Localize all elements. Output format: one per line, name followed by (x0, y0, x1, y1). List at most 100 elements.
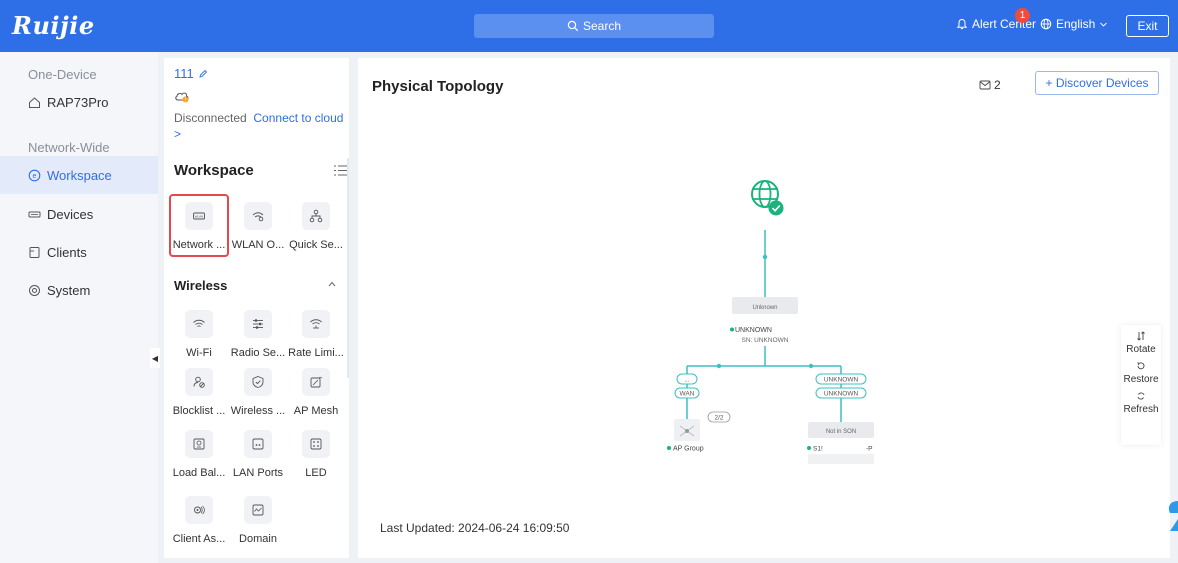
gateway-device-node[interactable]: Unknown (732, 297, 798, 314)
top-header: Ruijie Search Alert Center 1 English Exi… (0, 0, 1178, 52)
tile-lan-ports-label: LAN Ports (232, 467, 284, 479)
wifi-optimize-icon (252, 212, 264, 222)
tile-wifi-label: Wi-Fi (186, 347, 212, 359)
nav-group-network-wide: Network-Wide (28, 140, 110, 155)
tile-load-balancing[interactable]: Load Bal... (169, 430, 229, 479)
tile-blocklist[interactable]: Blocklist ... (169, 368, 229, 417)
pending-devices-indicator[interactable]: 2 (979, 78, 1001, 92)
pending-count: 2 (994, 78, 1001, 92)
tile-domain-label: Domain (239, 533, 277, 545)
left-navigation: One-Device RAP73Pro Network-Wide e Works… (0, 52, 160, 563)
selected-tile-highlight (169, 194, 229, 257)
nav-group-one-device: One-Device (28, 67, 97, 82)
ap-mesh-icon (310, 376, 323, 388)
tile-domain[interactable]: Domain (228, 496, 288, 545)
rotate-label: Rotate (1126, 344, 1156, 355)
right-port-bottom-label: UNKNOWN (824, 391, 859, 398)
refresh-button[interactable]: Refresh (1121, 391, 1161, 415)
tile-load-balancing-label: Load Bal... (172, 467, 226, 479)
search-icon (567, 20, 579, 32)
tile-quick-setup[interactable]: Quick Se... (286, 202, 346, 251)
topology-graph: Unknown UNKNOWN SN: UNKNOWN ... WAN UNKN… (667, 180, 874, 464)
domain-icon-box (244, 496, 272, 524)
radio-settings-icon-box (244, 310, 272, 338)
exit-button[interactable]: Exit (1126, 15, 1169, 37)
brand-logo[interactable]: Ruijie (12, 10, 95, 40)
nav-clients-label: Clients (47, 244, 87, 260)
collapse-sidebar-handle[interactable]: ◀ (150, 348, 160, 368)
device-name-label: 111 (174, 66, 194, 81)
tile-wireless-security[interactable]: Wireless ... (228, 368, 288, 417)
workspace-panel: 111 ! Disconnected Connect to cloud > Wo… (164, 58, 349, 558)
search-placeholder: Search (582, 19, 622, 33)
led-icon-box (302, 430, 330, 458)
panel-scrollbar[interactable] (347, 158, 349, 378)
discover-devices-button[interactable]: + Discover Devices (1035, 71, 1159, 95)
ap-count-label: 2/2 (714, 415, 723, 422)
language-selector[interactable]: English (1040, 17, 1108, 31)
tile-ap-mesh[interactable]: AP Mesh (286, 368, 346, 417)
nav-item-device[interactable]: RAP73Pro (0, 83, 158, 121)
redacted-serial-bar (808, 454, 874, 464)
tile-radio-settings[interactable]: Radio Se... (228, 310, 288, 359)
nav-item-clients[interactable]: Clients (0, 233, 158, 271)
nav-item-devices[interactable]: Devices (0, 195, 158, 233)
rate-limit-icon (310, 319, 322, 329)
tile-led[interactable]: LED (286, 430, 346, 479)
wireless-section-title: Wireless (174, 278, 228, 293)
device-name[interactable]: 111 (174, 66, 208, 81)
tile-quick-setup-label: Quick Se... (289, 239, 343, 251)
tile-rate-limit[interactable]: Rate Limi... (286, 310, 346, 359)
gateway-status-text: UNKNOWN (735, 327, 772, 334)
tile-lan-ports[interactable]: LAN Ports (228, 430, 288, 479)
led-icon (310, 438, 322, 450)
load-balance-icon-box (185, 430, 213, 458)
globe-icon (1040, 18, 1052, 30)
global-search[interactable]: Search (474, 14, 714, 38)
tile-wlan-optimization-label: WLAN O... (231, 239, 285, 251)
nav-item-system[interactable]: System (0, 271, 158, 309)
cloud-disconnected-icon: ! (175, 92, 189, 103)
mail-icon (979, 80, 991, 90)
tile-client-association-label: Client As... (172, 533, 226, 545)
load-balance-icon (193, 438, 205, 450)
client-association-icon-box (185, 496, 213, 524)
workspace-icon: e (28, 169, 41, 181)
switch-name-suffix: -P (866, 446, 873, 453)
help-assistant-icon[interactable] (1162, 497, 1178, 535)
tile-wlan-optimization[interactable]: WLAN O... (228, 202, 288, 251)
nav-device-label: RAP73Pro (47, 94, 109, 110)
rotate-button[interactable]: Rotate (1121, 331, 1161, 355)
ap-group-node[interactable] (674, 419, 700, 441)
client-association-icon (194, 505, 205, 515)
restore-label: Restore (1123, 374, 1159, 385)
nav-system-label: System (47, 282, 91, 298)
quick-setup-icon (309, 209, 323, 223)
alert-count-badge: 1 (1015, 8, 1030, 23)
list-view-icon[interactable] (334, 165, 347, 176)
bell-icon (956, 18, 968, 30)
left-port-top-label: ... (684, 378, 689, 384)
home-icon (29, 96, 40, 108)
rotate-icon (1137, 331, 1145, 341)
gateway-status-dot (730, 327, 734, 332)
cloud-link-chevron[interactable]: > (174, 127, 181, 141)
cloud-status-text: Disconnected (174, 111, 247, 125)
devices-icon (28, 211, 41, 217)
refresh-label: Refresh (1123, 404, 1159, 415)
switch-box-label: Not in SON (826, 429, 856, 435)
wifi-optimize-icon-box (244, 202, 272, 230)
connect-to-cloud-link[interactable]: Connect to cloud (253, 111, 343, 125)
edit-pencil-icon[interactable] (198, 69, 208, 79)
tile-wifi[interactable]: Wi-Fi (169, 310, 229, 359)
restore-button[interactable]: Restore (1121, 361, 1161, 385)
svg-text:!: ! (185, 97, 186, 103)
tile-client-association[interactable]: Client As... (169, 496, 229, 545)
switch-device-node[interactable]: Not in SON (808, 422, 874, 438)
alert-center-button[interactable]: Alert Center 1 (956, 8, 1036, 31)
topology-title: Physical Topology (372, 78, 504, 95)
right-port-top-label: UNKNOWN (824, 377, 859, 384)
nav-item-workspace[interactable]: e Workspace (0, 156, 158, 194)
chevron-up-icon[interactable] (327, 280, 337, 288)
internet-globe-icon[interactable] (751, 180, 784, 216)
